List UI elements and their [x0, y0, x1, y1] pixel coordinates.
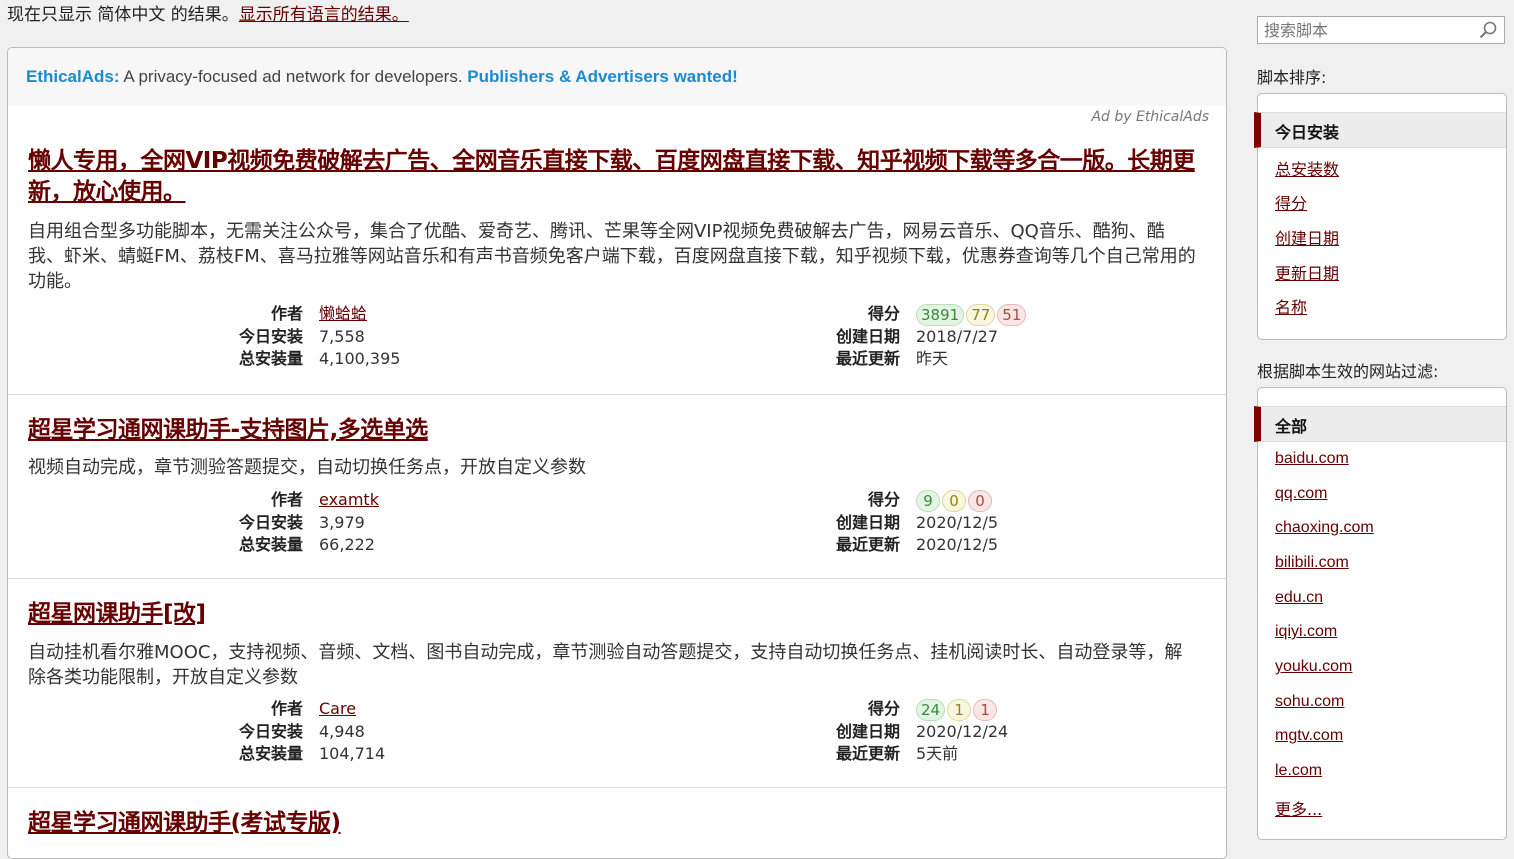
sort-current: 今日安装: [1254, 112, 1506, 148]
sort-label: 脚本排序:: [1257, 68, 1327, 87]
updated-value: 2020/12/5: [916, 535, 999, 554]
total-installs-value: 66,222: [319, 535, 375, 554]
ad-cta[interactable]: Publishers & Advertisers wanted!: [467, 67, 738, 86]
sort-created[interactable]: 创建日期: [1275, 225, 1339, 249]
rating-ok: 77: [966, 303, 996, 326]
created-label: 创建日期: [835, 721, 900, 741]
script-title-link[interactable]: 超星网课助手[改]: [28, 599, 1196, 630]
total-installs-label: 总安装量: [238, 349, 303, 368]
rating-ok: 1: [947, 698, 972, 721]
filter-label: 根据脚本生效的网站过滤:: [1257, 362, 1439, 381]
script-stats-right: 得分 9 0 0 创建日期 2020/12/5 最近更新 2020/12/5: [826, 489, 998, 557]
rating-label: 得分: [867, 304, 900, 323]
created-label: 创建日期: [835, 512, 900, 532]
sort-name[interactable]: 名称: [1275, 294, 1307, 318]
script-stats-right: 得分 24 1 1 创建日期 2020/12/24 最近更新 5天前: [826, 698, 1008, 766]
sort-updated[interactable]: 更新日期: [1275, 260, 1339, 284]
script-list: EthicalAds: A privacy-focused ad network…: [7, 47, 1227, 859]
rating-good: 9: [916, 489, 940, 512]
script-stats-left: 作者 Care 今日安装 4,948 总安装量 104,714: [233, 698, 385, 766]
author-link[interactable]: examtk: [319, 490, 379, 509]
author-label: 作者: [270, 699, 303, 718]
daily-installs-value: 3,979: [319, 512, 365, 532]
filter-site-iqiyi[interactable]: iqiyi.com: [1275, 623, 1337, 641]
list-item: 超星网课助手[改] 自动挂机看尔雅MOOC，支持视频、音频、文档、图书自动完成，…: [8, 578, 1226, 788]
daily-installs-label: 今日安装: [238, 326, 303, 346]
sort-current-label: 今日安装: [1275, 123, 1340, 142]
created-label: 创建日期: [835, 326, 900, 346]
author-label: 作者: [270, 490, 303, 509]
filter-site-le[interactable]: le.com: [1275, 762, 1322, 780]
daily-installs-label: 今日安装: [238, 512, 303, 532]
author-link[interactable]: Care: [319, 699, 356, 718]
filter-site-chaoxing[interactable]: chaoxing.com: [1275, 519, 1374, 537]
ad-brand[interactable]: EthicalAds:: [26, 67, 120, 86]
script-title-link[interactable]: 超星学习通网课助手(考试专版): [28, 808, 1196, 839]
sort-total-installs[interactable]: 总安装数: [1275, 156, 1339, 180]
ad-attribution[interactable]: Ad by EthicalAds: [1091, 109, 1209, 125]
author-link[interactable]: 懒蛤蛤: [319, 304, 367, 323]
rating-ok: 0: [942, 489, 966, 512]
created-value: 2020/12/5: [916, 512, 999, 532]
updated-label: 最近更新: [835, 535, 900, 554]
script-description: 自动挂机看尔雅MOOC，支持视频、音频、文档、图书自动完成，章节测验自动答题提交…: [28, 642, 1183, 688]
search-box: [1257, 16, 1505, 44]
filter-site-mgtv[interactable]: mgtv.com: [1275, 727, 1343, 745]
total-installs-label: 总安装量: [238, 744, 303, 763]
ad-text-line[interactable]: EthicalAds: A privacy-focused ad network…: [26, 67, 738, 87]
script-description: 视频自动完成，章节测验答题提交，自动切换任务点，开放自定义参数: [28, 457, 586, 478]
search-icon[interactable]: [1478, 20, 1498, 44]
daily-installs-value: 4,948: [319, 721, 365, 741]
rating-good: 3891: [916, 303, 965, 326]
script-title-link[interactable]: 超星学习通网课助手-支持图片,多选单选: [28, 415, 1196, 446]
list-item: 超星学习通网课助手(考试专版): [8, 787, 1226, 858]
filter-site-youku[interactable]: youku.com: [1275, 658, 1352, 676]
rating-label: 得分: [867, 699, 900, 718]
author-label: 作者: [270, 304, 303, 323]
rating-bad: 0: [968, 489, 992, 512]
search-input[interactable]: [1258, 17, 1480, 43]
filter-site-baidu[interactable]: baidu.com: [1275, 450, 1349, 468]
total-installs-value: 104,714: [319, 744, 386, 763]
sort-box: 今日安装 总安装数 得分 创建日期 更新日期 名称: [1254, 93, 1507, 340]
total-installs-value: 4,100,395: [319, 349, 401, 368]
rating-label: 得分: [867, 490, 900, 509]
filter-site-sohu[interactable]: sohu.com: [1275, 693, 1344, 711]
updated-value: 5天前: [916, 744, 959, 763]
rating-bad: 1: [973, 698, 998, 721]
sort-rating[interactable]: 得分: [1275, 190, 1307, 214]
rating-bad: 51: [997, 303, 1027, 326]
filter-site-edu[interactable]: edu.cn: [1275, 589, 1323, 607]
daily-installs-value: 7,558: [319, 326, 365, 346]
filter-current-label: 全部: [1275, 417, 1308, 436]
filter-site-bilibili[interactable]: bilibili.com: [1275, 554, 1349, 572]
filter-site-qq[interactable]: qq.com: [1275, 485, 1327, 503]
ad-body: A privacy-focused ad network for develop…: [123, 67, 463, 86]
script-stats-right: 得分 3891 77 51 创建日期 2018/7/27 最近更新 昨天: [826, 303, 1028, 371]
updated-label: 最近更新: [835, 744, 900, 763]
language-notice-text: 现在只显示 简体中文 的结果。: [7, 5, 239, 25]
show-all-languages-link[interactable]: 显示所有语言的结果。: [239, 5, 409, 25]
language-notice: 现在只显示 简体中文 的结果。显示所有语言的结果。: [7, 3, 409, 27]
total-installs-label: 总安装量: [238, 535, 303, 554]
updated-value: 昨天: [916, 349, 949, 368]
site-filter-box: 全部 baidu.com qq.com chaoxing.com bilibil…: [1254, 387, 1507, 840]
updated-label: 最近更新: [835, 349, 900, 368]
script-stats-left: 作者 懒蛤蛤 今日安装 7,558 总安装量 4,100,395: [233, 303, 400, 371]
script-title-link[interactable]: 懒人专用，全网VIP视频免费破解去广告、全网音乐直接下载、百度网盘直接下载、知乎…: [28, 146, 1196, 208]
list-item: 超星学习通网课助手-支持图片,多选单选 视频自动完成，章节测验答题提交，自动切换…: [8, 394, 1226, 579]
filter-more-link[interactable]: 更多...: [1275, 796, 1322, 820]
ethical-ad[interactable]: EthicalAds: A privacy-focused ad network…: [8, 48, 1226, 106]
created-value: 2020/12/24: [916, 721, 1009, 741]
script-description: 自用组合型多功能脚本，无需关注公众号，集合了优酷、爱奇艺、腾讯、芒果等全网VIP…: [28, 221, 1196, 292]
rating-good: 24: [916, 698, 946, 721]
filter-current: 全部: [1254, 406, 1506, 442]
daily-installs-label: 今日安装: [238, 721, 303, 741]
script-stats-left: 作者 examtk 今日安装 3,979 总安装量 66,222: [233, 489, 379, 557]
created-value: 2018/7/27: [916, 326, 999, 346]
list-item: 懒人专用，全网VIP视频免费破解去广告、全网音乐直接下载、百度网盘直接下载、知乎…: [8, 144, 1226, 394]
